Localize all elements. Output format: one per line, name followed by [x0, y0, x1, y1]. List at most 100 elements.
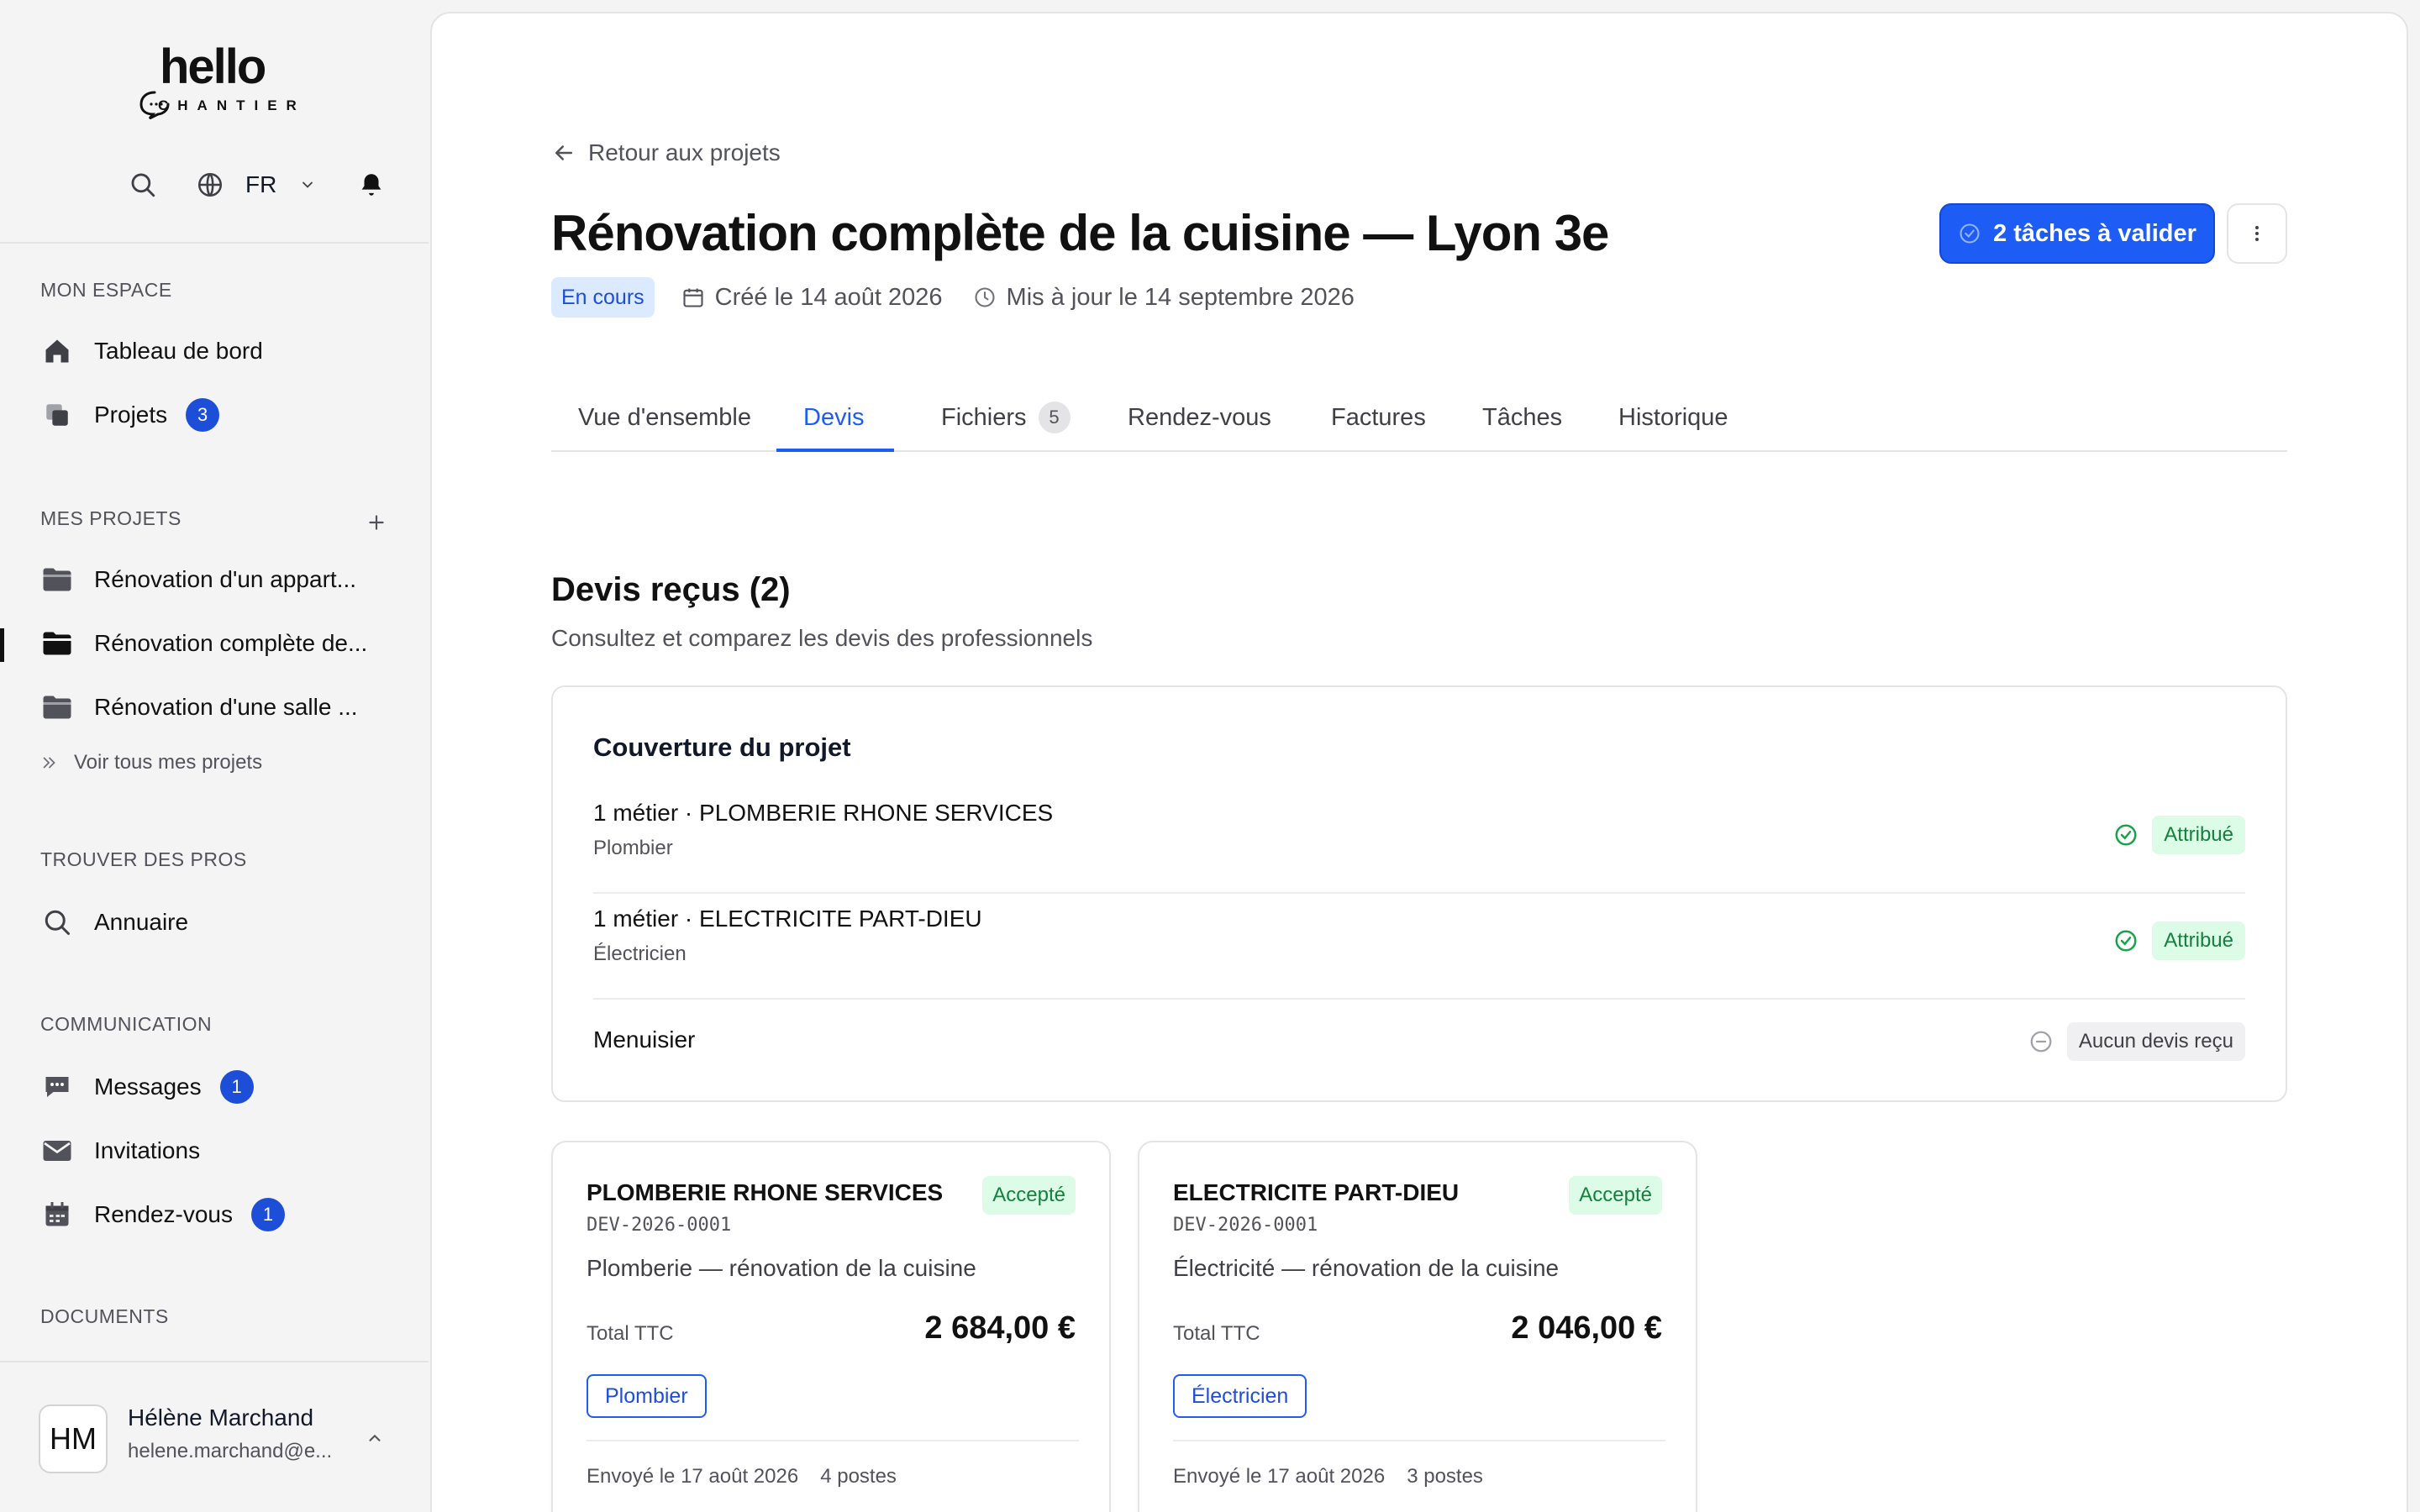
sidebar-item-label: Tableau de bord: [94, 338, 263, 364]
coverage-status: Attribué: [2113, 815, 2245, 855]
sidebar-item-label: Rénovation d'une salle ...: [94, 694, 358, 720]
user-name: Hélène Marchand: [128, 1404, 314, 1431]
plus-icon: [369, 515, 384, 530]
add-project-button[interactable]: [363, 509, 390, 536]
quote-total-label: Total TTC: [1173, 1322, 1260, 1345]
coverage-row-title: 1 métier · ELECTRICITE PART-DIEU: [593, 906, 982, 932]
quote-footer: Envoyé le 17 août 2026 4 postes: [587, 1465, 918, 1488]
sidebar-project-item[interactable]: Rénovation d'une salle ...: [40, 687, 358, 727]
projects-count-badge: 3: [186, 398, 220, 432]
tab-history[interactable]: Historique: [1618, 383, 1728, 452]
sidebar-item-messages[interactable]: Messages 1: [40, 1067, 254, 1107]
search-icon: [40, 906, 74, 939]
calendar-icon: [681, 286, 705, 309]
quote-divider: [587, 1440, 1079, 1441]
sidebar-item-invitations[interactable]: Invitations: [40, 1131, 200, 1171]
tab-tasks[interactable]: Tâches: [1482, 383, 1562, 452]
language-dropdown[interactable]: [297, 165, 318, 205]
message-icon: [40, 1070, 74, 1104]
tab-files[interactable]: Fichiers 5: [941, 383, 1071, 452]
folder-open-icon: [40, 627, 74, 660]
updated-label: Mis à jour le 14 septembre 2026: [1006, 283, 1355, 311]
sidebar-item-appointments[interactable]: Rendez-vous 1: [40, 1194, 285, 1235]
language-label[interactable]: FR: [245, 165, 276, 205]
language-button[interactable]: [193, 165, 227, 205]
quote-card[interactable]: PLOMBERIE RHONE SERVICES DEV-2026-0001 A…: [551, 1141, 1111, 1512]
sidebar-item-label: Rendez-vous: [94, 1201, 233, 1227]
tab-quotes[interactable]: Devis: [803, 383, 865, 452]
quote-trade-tag: Plombier: [587, 1374, 707, 1418]
coverage-row-trade: Plombier: [593, 837, 673, 859]
clock-icon: [973, 286, 997, 309]
coverage-row: Menuisier Aucun devis reçu: [593, 1018, 2245, 1068]
folder-icon: [40, 690, 74, 724]
sidebar-item-label: Rénovation d'un appart...: [94, 566, 357, 592]
created-date: Créé le 14 août 2026: [681, 284, 943, 312]
chevrons-right-icon: [40, 753, 60, 772]
quote-company: PLOMBERIE RHONE SERVICES: [587, 1179, 944, 1205]
copy-icon: [40, 398, 74, 432]
quote-divider: [1173, 1440, 1665, 1441]
tab-label: Fichiers: [941, 403, 1027, 431]
search-button[interactable]: [126, 165, 160, 205]
back-to-projects-link[interactable]: Retour aux projets: [551, 138, 781, 168]
status-badge: En cours: [551, 277, 655, 318]
app-root: hello CHANTIER FR MON ESPACE Tableau de …: [0, 0, 2420, 1512]
quote-footer: Envoyé le 17 août 2026 3 postes: [1173, 1465, 1505, 1488]
user-email: helene.marchand@e...: [128, 1440, 333, 1462]
logo-hello-text: hello: [160, 39, 266, 94]
sidebar-project-item[interactable]: Rénovation d'un appart...: [40, 559, 356, 600]
sidebar-item-dashboard[interactable]: Tableau de bord: [40, 331, 263, 371]
quote-item-count: 4 postes: [820, 1465, 897, 1488]
arrow-left-icon: [551, 140, 576, 165]
tab-label: Vue d'ensemble: [578, 403, 751, 431]
project-meta: En cours Créé le 14 août 2026 Mis à jour…: [551, 277, 1385, 318]
notifications-button[interactable]: [355, 165, 388, 205]
brand-logo[interactable]: hello CHANTIER: [134, 37, 302, 121]
status-badge: Attribué: [2152, 816, 2245, 854]
quote-sent-date: Envoyé le 17 août 2026: [587, 1465, 799, 1488]
globe-icon: [197, 172, 223, 197]
avatar: HM: [39, 1404, 108, 1473]
calendar-icon: [40, 1198, 74, 1231]
tab-invoices[interactable]: Factures: [1331, 383, 1426, 452]
validate-tasks-button[interactable]: 2 tâches à valider: [1939, 203, 2215, 264]
project-coverage-card: Couverture du projet 1 métier · PLOMBERI…: [551, 685, 2287, 1102]
validate-tasks-label: 2 tâches à valider: [1993, 219, 2196, 247]
appointments-count-badge: 1: [250, 1198, 285, 1231]
coverage-row-trade: Électricien: [593, 942, 687, 965]
chevron-up-icon: [369, 1434, 381, 1441]
sidebar: hello CHANTIER FR MON ESPACE Tableau de …: [0, 0, 429, 1512]
sidebar-item-label: Messages: [94, 1074, 202, 1100]
quote-status-badge: Accepté: [1569, 1176, 1662, 1215]
bell-icon: [361, 174, 381, 196]
coverage-row-title: Menuisier: [593, 1026, 696, 1053]
quote-sent-date: Envoyé le 17 août 2026: [1173, 1465, 1386, 1488]
quote-company: ELECTRICITE PART-DIEU: [1173, 1179, 1460, 1205]
check-circle-icon: [2113, 928, 2139, 953]
minus-circle-icon: [2028, 1029, 2054, 1054]
sidebar-divider: [0, 242, 429, 244]
quote-description: Plomberie — rénovation de la cuisine: [587, 1255, 976, 1281]
sidebar-project-item-active[interactable]: Rénovation complète de...: [40, 623, 367, 664]
see-all-projects-link[interactable]: Voir tous mes projets: [40, 748, 262, 778]
quote-status-badge: Accepté: [982, 1176, 1076, 1215]
logo-chantier-text: CHANTIER: [158, 97, 306, 113]
tab-overview[interactable]: Vue d'ensemble: [578, 383, 751, 452]
quote-total-amount: 2 684,00 €: [924, 1310, 1076, 1346]
user-menu[interactable]: HM Hélène Marchand helene.marchand@e...: [0, 1364, 429, 1512]
quote-reference: DEV-2026-0001: [587, 1215, 732, 1236]
quote-card[interactable]: ELECTRICITE PART-DIEU DEV-2026-0001 Acce…: [1138, 1141, 1697, 1512]
home-icon: [40, 334, 74, 368]
quote-total-amount: 2 046,00 €: [1511, 1310, 1662, 1346]
more-options-button[interactable]: [2227, 203, 2287, 264]
quote-reference: DEV-2026-0001: [1173, 1215, 1318, 1236]
updated-date: Mis à jour le 14 septembre 2026: [973, 284, 1355, 312]
tab-appointments[interactable]: Rendez-vous: [1128, 383, 1271, 452]
user-menu-toggle[interactable]: [363, 1426, 387, 1450]
coverage-divider: [593, 892, 2245, 894]
sidebar-item-directory[interactable]: Annuaire: [40, 902, 188, 942]
messages-count-badge: 1: [219, 1070, 254, 1104]
created-label: Créé le 14 août 2026: [714, 283, 943, 311]
sidebar-item-projects[interactable]: Projets 3: [40, 395, 220, 435]
